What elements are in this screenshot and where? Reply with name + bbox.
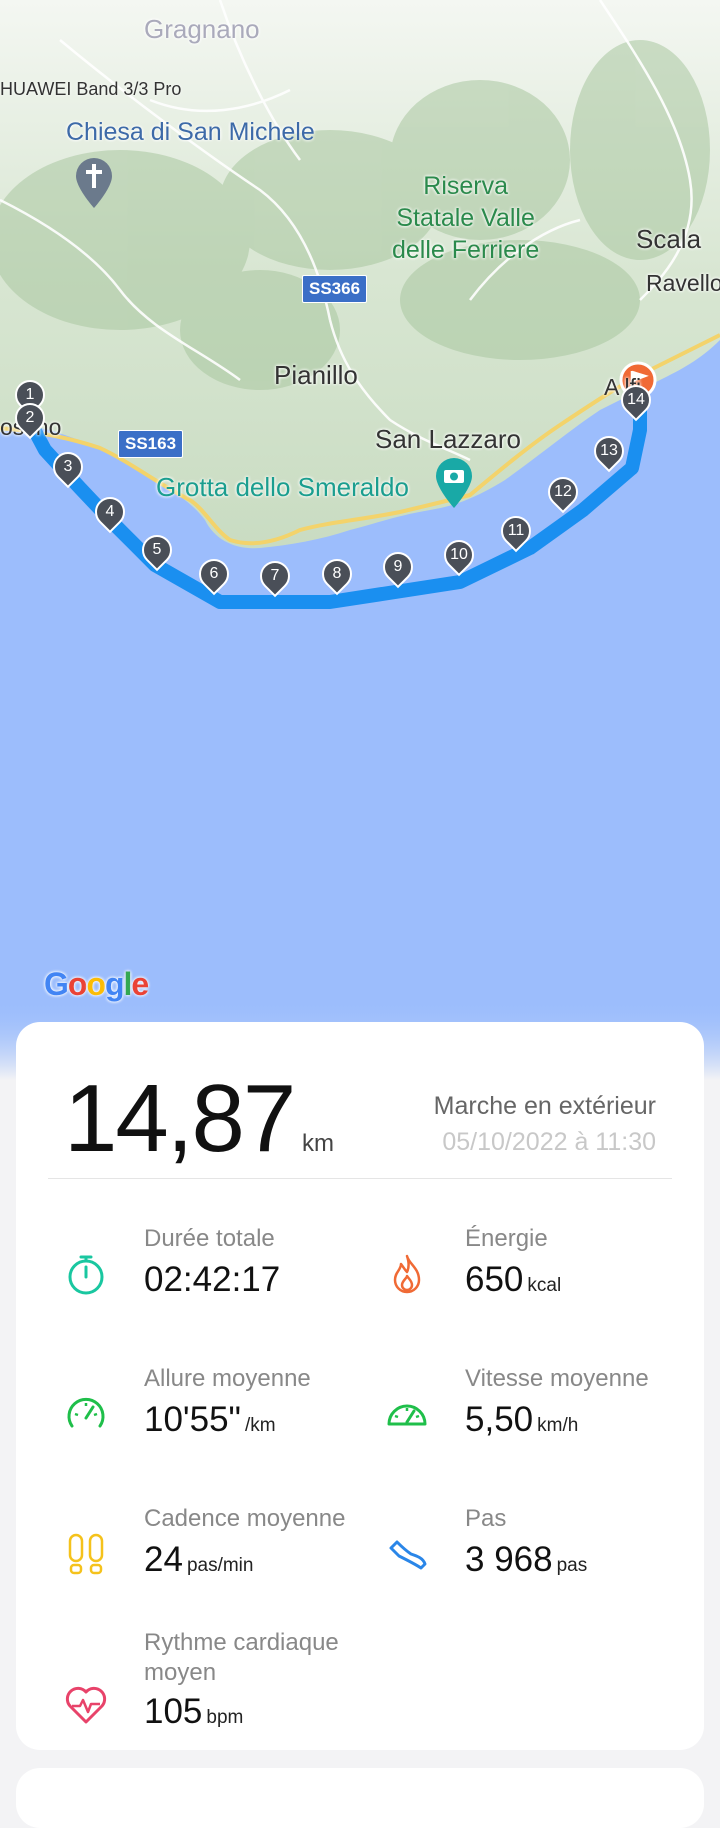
stat-value: 105 bpm	[144, 1692, 244, 1731]
km-marker-13[interactable]: 13	[587, 429, 631, 473]
distance-unit: km	[302, 1130, 334, 1157]
device-label: HUAWEI Band 3/3 Pro	[0, 79, 182, 99]
activity-date: 05/10/2022 à 11:30	[442, 1128, 656, 1156]
km-marker-11[interactable]: 11	[494, 509, 538, 553]
stat-value: 10'55"/km	[144, 1400, 276, 1439]
stat-value: 650 kcal	[465, 1260, 562, 1299]
km-marker-9[interactable]: 9	[376, 545, 420, 589]
next-card	[16, 1768, 704, 1828]
km-marker-3[interactable]: 3	[46, 445, 90, 489]
distance-value: 14,87	[64, 1065, 296, 1172]
km-marker-label: 14	[627, 391, 645, 408]
km-marker-12[interactable]: 12	[541, 470, 585, 514]
km-marker-label: 5	[152, 541, 162, 558]
route-map[interactable]: Gragnano HUAWEI Band 3/3 Pro Chiesa di S…	[0, 0, 720, 1080]
km-marker-5[interactable]: 5	[135, 528, 179, 572]
camera-icon[interactable]	[434, 456, 474, 510]
km-marker-4[interactable]: 4	[88, 490, 132, 534]
stat-value: 24 pas/min	[144, 1540, 254, 1579]
activity-type: Marche en extérieur	[433, 1092, 656, 1120]
map-label-san-lazzaro: San Lazzaro	[375, 424, 521, 454]
map-label-riserva: Riserva Statale Valle delle Ferriere	[392, 172, 540, 264]
km-marker-14[interactable]: 14	[614, 378, 658, 422]
stat-label: Cadence moyenne	[144, 1505, 346, 1532]
km-marker-2[interactable]: 2	[8, 396, 52, 440]
map-label-scala: Scala	[636, 224, 702, 254]
road-badge-ss163: SS163	[118, 430, 184, 458]
google-logo: Google	[44, 966, 149, 1002]
map-label-grotta: Grotta dello Smeraldo	[156, 472, 409, 502]
stat-label: Durée totale	[144, 1225, 275, 1252]
map-label-ravello: Ravello	[646, 270, 720, 296]
heart-rate-icon	[64, 1682, 108, 1726]
map-label-gragnano: Gragnano	[144, 14, 260, 44]
stat-label: Pas	[465, 1505, 507, 1532]
gauge-icon	[385, 1392, 429, 1436]
km-marker-label: 3	[63, 458, 73, 475]
km-marker-label: 8	[332, 565, 342, 582]
stat-value: 5,50 km/h	[465, 1400, 579, 1439]
km-marker-7[interactable]: 7	[253, 554, 297, 598]
km-marker-label: 12	[554, 483, 572, 500]
km-marker-8[interactable]: 8	[315, 552, 359, 596]
km-marker-10[interactable]: 10	[437, 533, 481, 577]
stat-label: Allure moyenne	[144, 1365, 311, 1392]
stat-label: Énergie	[465, 1225, 548, 1252]
map-label-pianillo: Pianillo	[274, 360, 358, 390]
km-marker-label: 11	[507, 522, 525, 539]
church-icon[interactable]	[74, 156, 114, 210]
stat-label: Rythme cardiaque moyen	[144, 1629, 339, 1686]
stat-value: 02:42:17	[144, 1260, 281, 1299]
stat-label: Vitesse moyenne	[465, 1365, 649, 1392]
road-badge-ss366: SS366	[302, 275, 368, 303]
map-label-chiesa: Chiesa di San Michele	[66, 118, 315, 146]
summary-card: 14,87 km Marche en extérieur 05/10/2022 …	[16, 1022, 704, 1750]
divider	[48, 1178, 672, 1179]
km-marker-label: 13	[600, 442, 618, 459]
stopwatch-icon	[64, 1252, 108, 1296]
km-marker-label: 10	[450, 546, 468, 563]
km-marker-label: 6	[209, 565, 219, 582]
km-marker-label: 2	[25, 409, 35, 426]
km-marker-6[interactable]: 6	[192, 552, 236, 596]
km-marker-label: 4	[105, 503, 115, 520]
shoe-icon	[385, 1532, 429, 1576]
km-marker-label: 7	[270, 567, 280, 584]
stat-value: 3 968 pas	[465, 1540, 588, 1579]
km-marker-label: 9	[393, 558, 403, 575]
flame-icon	[385, 1252, 429, 1296]
speedometer-icon	[64, 1392, 108, 1436]
footprints-icon	[64, 1532, 108, 1576]
